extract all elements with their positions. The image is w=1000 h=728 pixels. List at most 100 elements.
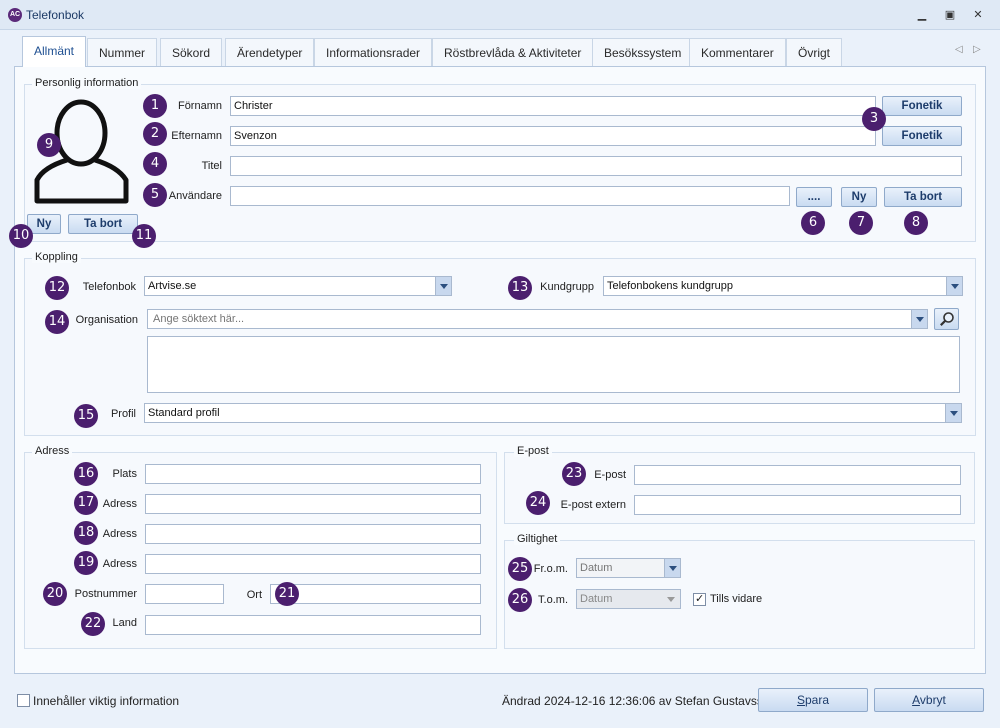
- anvandare-field[interactable]: [230, 186, 790, 206]
- annotation-badge: 18: [74, 521, 98, 545]
- organisation-combobox[interactable]: [147, 309, 928, 329]
- tab-arendetyper[interactable]: Ärendetyper: [225, 38, 315, 66]
- annotation-badge: 15: [74, 404, 98, 428]
- telefonbok-label: Telefonbok: [82, 281, 136, 293]
- telefonbok-value: Artvise.se: [148, 280, 197, 292]
- epost-extern-field[interactable]: [634, 495, 961, 515]
- tab-besokssystem[interactable]: Besökssystem: [592, 38, 694, 66]
- annotation-badge: 12: [45, 276, 69, 300]
- organisation-search-input[interactable]: [151, 310, 909, 328]
- annotation-badge: 9: [37, 133, 61, 157]
- adress2-field[interactable]: [145, 524, 481, 544]
- telefonbok-select[interactable]: Artvise.se: [144, 276, 452, 296]
- avbryt-button[interactable]: Avbryt: [874, 688, 984, 712]
- annotation-badge: 14: [45, 310, 69, 334]
- tills-vidare-label: Tills vidare: [710, 593, 763, 605]
- kundgrupp-dropdown-icon[interactable]: [946, 277, 962, 295]
- profil-select[interactable]: Standard profil: [144, 403, 962, 423]
- adress1-field[interactable]: [145, 494, 481, 514]
- avbryt-label: vbryt: [919, 693, 946, 707]
- anvandare-ta-bort-button[interactable]: Ta bort: [884, 187, 962, 207]
- tom-label: T.o.m.: [538, 594, 568, 606]
- annotation-badge: 13: [508, 276, 532, 300]
- from-date-picker[interactable]: Datum: [576, 558, 681, 578]
- postnummer-label: Postnummer: [74, 588, 137, 600]
- organisation-search-button[interactable]: [934, 308, 959, 330]
- tab-rostbrevlada[interactable]: Röstbrevlåda & Aktiviteter: [432, 38, 594, 66]
- organisation-dropdown-icon[interactable]: [911, 310, 927, 328]
- land-field[interactable]: [145, 615, 481, 635]
- from-date-placeholder: Datum: [580, 562, 613, 574]
- kundgrupp-select[interactable]: Telefonbokens kundgrupp: [603, 276, 963, 296]
- search-icon: [939, 312, 954, 326]
- annotation-badge: 19: [74, 551, 98, 575]
- window-title: Telefonbok: [26, 8, 85, 22]
- important-info-label: Innehåller viktig information: [33, 694, 180, 708]
- koppling-title: Koppling: [32, 251, 81, 263]
- anvandare-browse-button[interactable]: ....: [796, 187, 832, 207]
- profil-value: Standard profil: [148, 407, 220, 419]
- fonetik-fornamn-button[interactable]: Fonetik: [882, 96, 962, 116]
- tab-sokord[interactable]: Sökord: [160, 38, 223, 66]
- annotation-badge: 22: [81, 612, 105, 636]
- from-label: Fr.o.m.: [533, 563, 568, 575]
- anvandare-ny-button[interactable]: Ny: [841, 187, 877, 207]
- annotation-badge: 21: [275, 582, 299, 606]
- changed-status: Ändrad 2024-12-16 12:36:06 av Stefan Gus…: [502, 694, 777, 708]
- maximize-icon[interactable]: ▣: [942, 8, 958, 22]
- title-bar: [0, 0, 1000, 30]
- kundgrupp-value: Telefonbokens kundgrupp: [607, 280, 733, 292]
- annotation-badge: 26: [508, 588, 532, 612]
- important-info-checkbox[interactable]: [17, 694, 30, 707]
- telefonbok-dropdown-icon[interactable]: [435, 277, 451, 295]
- annotation-badge: 24: [526, 491, 550, 515]
- tab-scroll-left-icon[interactable]: ◁: [955, 44, 963, 55]
- epost-field[interactable]: [634, 465, 961, 485]
- tab-informationsrader[interactable]: Informationsrader: [314, 38, 433, 66]
- annotation-badge: 25: [508, 557, 532, 581]
- organisation-list[interactable]: [147, 336, 960, 393]
- adress3-field[interactable]: [145, 554, 481, 574]
- titel-field[interactable]: [230, 156, 962, 176]
- tom-date-picker: Datum: [576, 589, 681, 609]
- spara-label: para: [804, 693, 830, 707]
- app-logo-icon: AC: [8, 8, 22, 22]
- tab-kommentarer[interactable]: Kommentarer: [689, 38, 786, 66]
- annotation-badge: 20: [43, 582, 67, 606]
- annotation-badge: 8: [904, 211, 928, 235]
- photo-ta-bort-button[interactable]: Ta bort: [68, 214, 138, 234]
- epost-extern-label: E-post extern: [560, 499, 626, 511]
- plats-field[interactable]: [145, 464, 481, 484]
- postnummer-field[interactable]: [145, 584, 224, 604]
- spara-button[interactable]: Spara: [758, 688, 868, 712]
- tab-scroll-right-icon[interactable]: ▷: [973, 44, 981, 55]
- spara-mnemonic: S: [796, 693, 805, 707]
- avbryt-mnemonic: A: [912, 693, 920, 707]
- annotation-badge: 4: [143, 152, 167, 176]
- tills-vidare-checkbox[interactable]: [693, 592, 706, 606]
- annotation-badge: 1: [143, 94, 167, 118]
- annotation-badge: 3: [862, 107, 886, 131]
- fornamn-field[interactable]: [230, 96, 876, 116]
- annotation-badge: 17: [74, 491, 98, 515]
- tab-ovrigt[interactable]: Övrigt: [786, 38, 843, 66]
- profil-dropdown-icon[interactable]: [945, 404, 961, 422]
- minimize-icon[interactable]: ▁: [914, 8, 930, 22]
- annotation-badge: 7: [849, 211, 873, 235]
- adress-title: Adress: [32, 445, 73, 457]
- efternamn-field[interactable]: [230, 126, 876, 146]
- tab-allmant[interactable]: Allmänt: [22, 36, 87, 67]
- tom-dropdown-icon: [667, 597, 675, 602]
- personal-info-title: Personlig information: [32, 77, 142, 89]
- close-icon[interactable]: ✕: [970, 8, 986, 22]
- giltighet-title: Giltighet: [514, 533, 561, 545]
- tom-date-placeholder: Datum: [580, 593, 613, 605]
- from-dropdown-icon[interactable]: [664, 559, 680, 577]
- ort-label: Ort: [246, 589, 262, 601]
- tab-nummer[interactable]: Nummer: [87, 38, 158, 66]
- fonetik-efternamn-button[interactable]: Fonetik: [882, 126, 962, 146]
- ort-field[interactable]: [270, 584, 481, 604]
- annotation-badge: 16: [74, 462, 98, 486]
- annotation-badge: 10: [9, 224, 33, 248]
- annotation-badge: 6: [801, 211, 825, 235]
